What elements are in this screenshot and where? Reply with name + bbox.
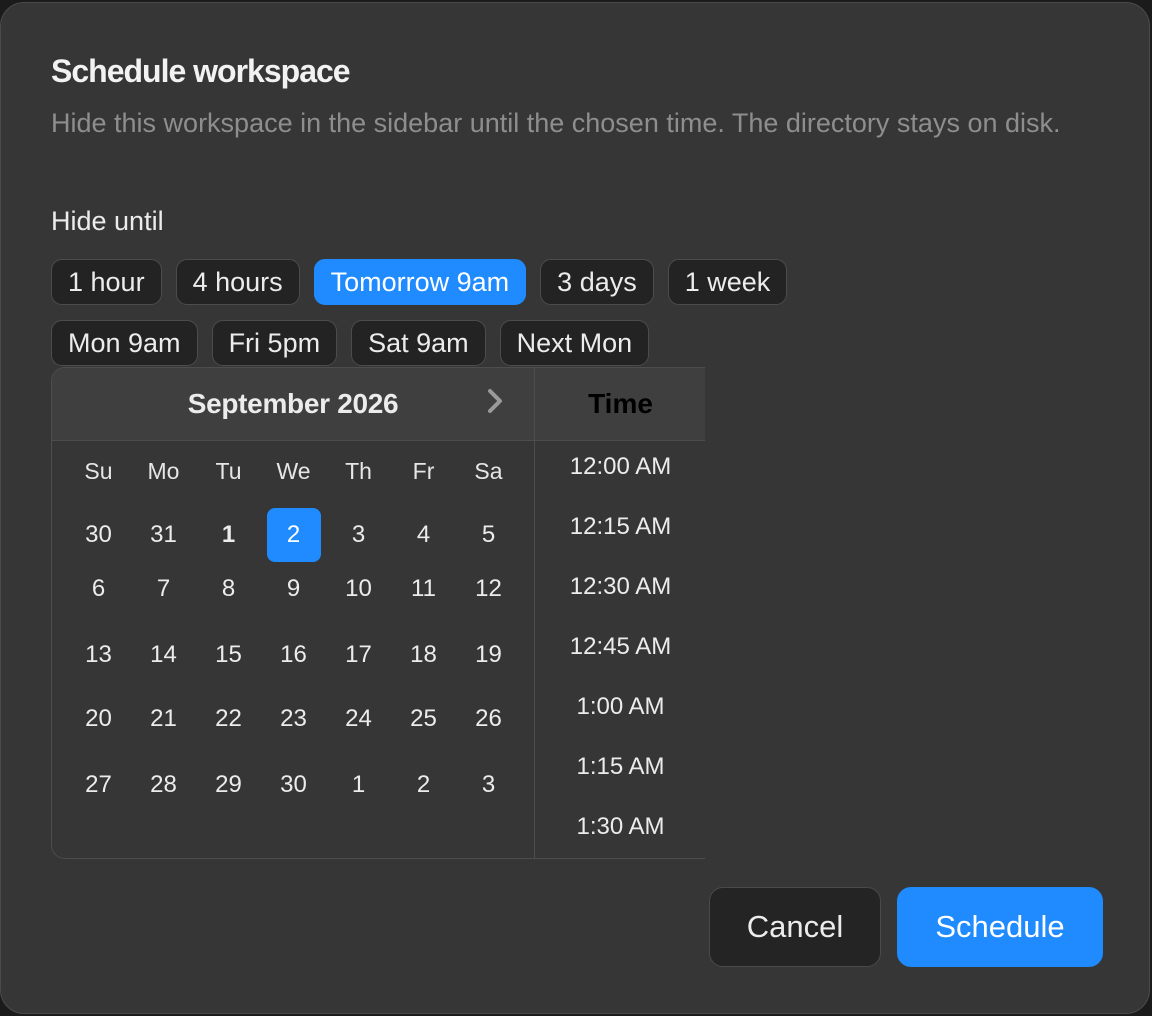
hide-until-label: Hide until [51, 206, 164, 236]
calendar-day[interactable]: 6 [72, 562, 126, 616]
calendar-day[interactable]: 19 [462, 628, 516, 682]
calendar-day[interactable]: 18 [397, 628, 451, 682]
calendar-day[interactable]: 2 [397, 758, 451, 812]
calendar-day[interactable]: 5 [462, 508, 516, 562]
preset-chip-3-days[interactable]: 3 days [540, 259, 654, 305]
schedule-dialog: Schedule workspace Hide this workspace i… [0, 2, 1150, 1014]
calendar-day[interactable]: 28 [137, 758, 191, 812]
calendar-header: September 2026 [52, 368, 534, 441]
calendar-day[interactable]: 1 [202, 508, 256, 562]
calendar-day[interactable]: 25 [397, 692, 451, 746]
preset-chip-sat-9am[interactable]: Sat 9am [351, 320, 486, 366]
calendar-day[interactable]: 17 [332, 628, 386, 682]
time-list[interactable]: 12:00 AM 12:15 AM 12:30 AM 12:45 AM 1:00 AM 1… [535, 442, 705, 858]
calendar-day-selected[interactable]: 2 [266, 508, 321, 562]
date-time-picker: September 2026 Su Mo Tu We Th Fr Sa 30 31 1 2 3 4 5 6… [51, 367, 705, 859]
preset-chip-next-mon[interactable]: Next Mon [499, 320, 650, 366]
calendar-day[interactable]: 14 [137, 628, 191, 682]
month-label: September 2026 [187, 388, 399, 419]
calendar-day[interactable]: 15 [202, 628, 256, 682]
weekday-label: Sa [474, 458, 503, 484]
calendar-day[interactable]: 30 [267, 758, 321, 812]
preset-chip-4-hours[interactable]: 4 hours [175, 259, 300, 305]
weekday-header: Su Mo Tu We Th Fr Sa [66, 458, 521, 485]
calendar-day[interactable]: 4 [397, 508, 451, 562]
weekday-label: We [276, 458, 311, 484]
weekday-label: Tu [215, 458, 242, 484]
time-option[interactable]: 12:00 AM [535, 442, 705, 502]
cancel-button[interactable]: Cancel [709, 887, 881, 967]
preset-chip-1-hour[interactable]: 1 hour [51, 259, 162, 305]
time-option[interactable]: 12:15 AM [535, 502, 705, 562]
preset-chip-fri-5pm[interactable]: Fri 5pm [211, 320, 338, 366]
time-option[interactable]: 1:00 AM [535, 682, 705, 742]
weekday-label: Fr [412, 458, 435, 484]
calendar-day[interactable]: 26 [462, 692, 516, 746]
weekday-label: Th [345, 458, 372, 484]
preset-row-1: 1 hour 4 hours Tomorrow 9am 3 days 1 wee… [51, 259, 788, 305]
calendar-day[interactable]: 31 [137, 508, 191, 562]
weekday-label: Mo [147, 458, 180, 484]
preset-row-2: Mon 9am Fri 5pm Sat 9am Next Mon [51, 320, 650, 366]
calendar-day[interactable]: 9 [267, 562, 321, 616]
calendar-day[interactable]: 16 [267, 628, 321, 682]
calendar-day[interactable]: 27 [72, 758, 126, 812]
calendar-day[interactable]: 10 [332, 562, 386, 616]
calendar-day[interactable]: 11 [397, 562, 451, 616]
time-option[interactable]: 1:15 AM [535, 742, 705, 802]
preset-chip-tomorrow-9am[interactable]: Tomorrow 9am [313, 259, 527, 305]
calendar-day[interactable]: 24 [332, 692, 386, 746]
time-title: Time [588, 388, 653, 419]
calendar-day[interactable]: 21 [137, 692, 191, 746]
schedule-button[interactable]: Schedule [897, 887, 1103, 967]
chevron-right-icon [488, 389, 502, 413]
time-option[interactable]: 1:30 AM [535, 802, 705, 858]
calendar-day[interactable]: 29 [202, 758, 256, 812]
calendar-day[interactable]: 3 [332, 508, 386, 562]
time-header: Time [535, 368, 705, 441]
calendar-day[interactable]: 12 [462, 562, 516, 616]
calendar-day[interactable]: 13 [72, 628, 126, 682]
calendar-day[interactable]: 22 [202, 692, 256, 746]
preset-chip-1-week[interactable]: 1 week [667, 259, 788, 305]
time-option[interactable]: 12:45 AM [535, 622, 705, 682]
calendar-day[interactable]: 30 [72, 508, 126, 562]
preset-chip-mon-9am[interactable]: Mon 9am [51, 320, 198, 366]
calendar-day[interactable]: 8 [202, 562, 256, 616]
calendar-grid: 30 31 1 2 3 4 5 6 7 8 9 10 11 12 13 14 15 16 17 18 19 20 21 22 2… [66, 508, 521, 822]
calendar-day[interactable]: 3 [462, 758, 516, 812]
calendar-day[interactable]: 1 [332, 758, 386, 812]
time-option[interactable]: 12:30 AM [535, 562, 705, 622]
dialog-title: Schedule workspace [51, 53, 351, 89]
dialog-description: Hide this workspace in the sidebar until… [51, 108, 1061, 138]
calendar-day[interactable]: 7 [137, 562, 191, 616]
next-month-button[interactable] [482, 386, 508, 416]
weekday-label: Su [84, 458, 113, 484]
calendar-day[interactable]: 20 [72, 692, 126, 746]
calendar-day[interactable]: 23 [267, 692, 321, 746]
